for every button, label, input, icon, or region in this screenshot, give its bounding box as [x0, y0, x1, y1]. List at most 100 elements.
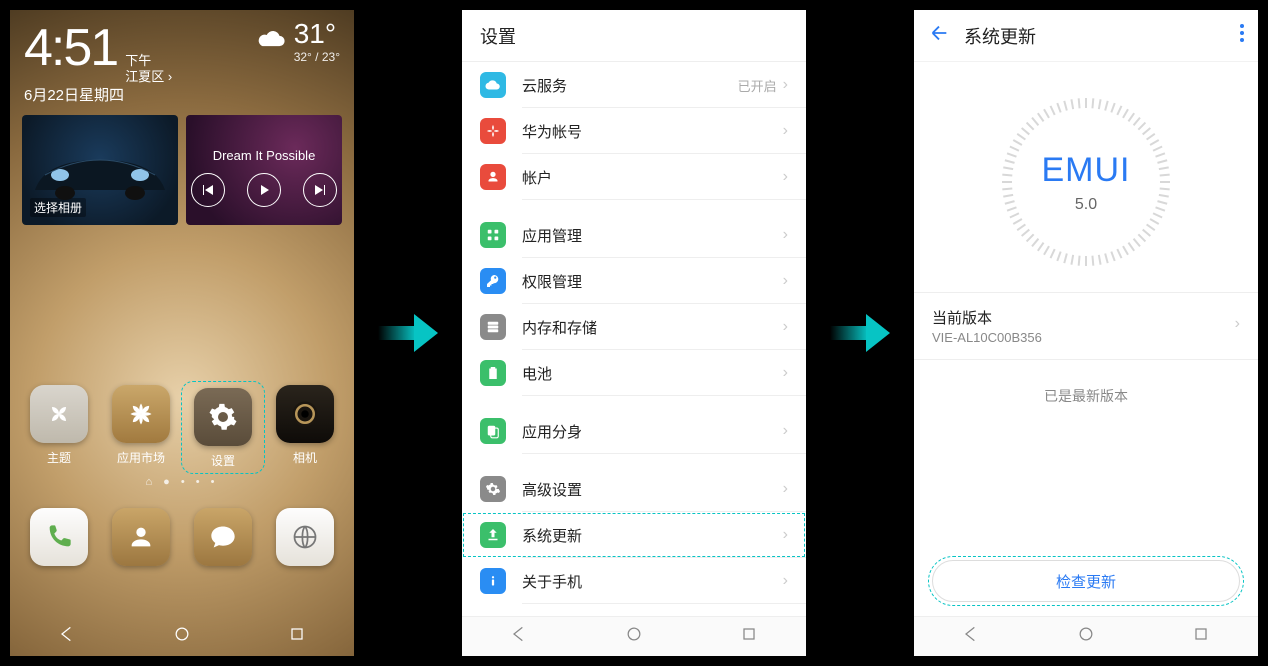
android-navbar — [10, 616, 354, 656]
update-screen: 系统更新 EMUI 5.0 当前版本 VIE-AL10C00B356 › 已是最… — [914, 10, 1258, 656]
home-screen: 4:51 下午 江夏区 › 31° 32° / 23° 6月22日星期四 选择相… — [10, 10, 354, 656]
back-arrow-icon — [928, 22, 950, 44]
home-date: 6月22日星期四 — [10, 84, 354, 105]
album-widget[interactable]: 选择相册 — [22, 115, 178, 225]
current-version-value: VIE-AL10C00B356 — [932, 330, 1240, 345]
huawei-icon — [127, 400, 155, 428]
grid-icon — [480, 222, 506, 248]
page-dots[interactable]: ⌂ ● • • • — [10, 476, 354, 488]
settings-row-8[interactable]: 高级设置› — [462, 466, 806, 512]
settings-row-5[interactable]: 内存和存储› — [462, 304, 806, 350]
chevron-right-icon: › — [783, 226, 788, 244]
app-settings[interactable]: 设置 — [185, 385, 261, 470]
clock-ampm: 下午 — [125, 53, 172, 69]
home-statusbar: 4:51 下午 江夏区 › 31° 32° / 23° — [10, 10, 354, 84]
emui-dial: EMUI 5.0 — [914, 62, 1258, 292]
temp-current: 31° — [294, 18, 340, 50]
nav-home[interactable] — [624, 624, 644, 649]
gear-icon — [480, 476, 506, 502]
chevron-right-icon: › — [783, 272, 788, 290]
home-app-row: 主题 应用市场 设置 相机 — [10, 385, 354, 470]
flow-arrow — [830, 310, 890, 356]
nav-home[interactable] — [1076, 624, 1096, 649]
nav-back[interactable] — [57, 624, 77, 649]
globe-icon — [291, 523, 319, 551]
row-meta: 已开启 — [738, 76, 777, 95]
camera-lens-icon — [290, 399, 320, 429]
user-icon — [480, 164, 506, 190]
settings-row-9[interactable]: 系统更新› — [462, 512, 806, 558]
play-button[interactable] — [247, 173, 281, 207]
clock-time: 4:51 — [24, 18, 117, 78]
weather-widget[interactable]: 31° 32° / 23° — [254, 18, 340, 64]
car-image — [22, 115, 178, 225]
prev-button[interactable] — [191, 173, 225, 207]
settings-row-2[interactable]: 帐户› — [462, 154, 806, 200]
dock-messages[interactable] — [194, 508, 252, 566]
chevron-right-icon: › — [1235, 315, 1240, 333]
settings-title: 设置 — [462, 10, 806, 62]
current-version-row[interactable]: 当前版本 VIE-AL10C00B356 › — [914, 292, 1258, 360]
dock-contacts[interactable] — [112, 508, 170, 566]
chat-icon — [209, 523, 237, 551]
chevron-right-icon: › — [783, 168, 788, 186]
chevron-right-icon: › — [783, 480, 788, 498]
dial-ticks-icon — [996, 92, 1176, 272]
gear-icon — [208, 402, 238, 432]
chevron-right-icon: › — [783, 318, 788, 336]
info-icon — [480, 568, 506, 594]
row-label: 应用分身 — [522, 421, 783, 442]
app-market[interactable]: 应用市场 — [103, 385, 179, 470]
android-navbar — [462, 616, 806, 656]
settings-row-6[interactable]: 电池› — [462, 350, 806, 396]
music-widget[interactable]: Dream It Possible — [186, 115, 342, 225]
app-label: 相机 — [293, 449, 317, 466]
menu-button[interactable] — [1240, 24, 1244, 42]
chevron-right-icon: › — [783, 364, 788, 382]
chevron-right-icon: › — [783, 76, 788, 94]
nav-recent[interactable] — [1191, 624, 1211, 649]
app-label: 应用市场 — [117, 449, 165, 466]
row-label: 关于手机 — [522, 571, 783, 592]
storage-icon — [480, 314, 506, 340]
row-label: 帐户 — [522, 167, 783, 188]
chevron-right-icon: › — [783, 572, 788, 590]
settings-row-3[interactable]: 应用管理› — [462, 212, 806, 258]
weather-temps: 31° 32° / 23° — [294, 18, 340, 64]
settings-row-1[interactable]: 华为帐号› — [462, 108, 806, 154]
dock-phone[interactable] — [30, 508, 88, 566]
flow-arrow — [378, 310, 438, 356]
latest-message: 已是最新版本 — [914, 360, 1258, 432]
settings-list[interactable]: 云服务已开启›华为帐号›帐户›应用管理›权限管理›内存和存储›电池›应用分身›高… — [462, 62, 806, 604]
settings-row-10[interactable]: 关于手机› — [462, 558, 806, 604]
cloud-icon — [480, 72, 506, 98]
next-button[interactable] — [303, 173, 337, 207]
row-label: 内存和存储 — [522, 317, 783, 338]
home-widgets: 选择相册 Dream It Possible — [10, 105, 354, 225]
dock-browser[interactable] — [276, 508, 334, 566]
check-update-button[interactable]: 检查更新 — [932, 560, 1240, 602]
nav-recent[interactable] — [739, 624, 759, 649]
row-label: 系统更新 — [522, 525, 783, 546]
phone-icon — [45, 523, 73, 551]
row-label: 云服务 — [522, 75, 738, 96]
nav-back[interactable] — [961, 624, 981, 649]
update-header: 系统更新 — [914, 10, 1258, 62]
settings-row-7[interactable]: 应用分身› — [462, 408, 806, 454]
update-title: 系统更新 — [964, 23, 1036, 49]
nav-recent[interactable] — [287, 624, 307, 649]
back-button[interactable] — [928, 22, 950, 49]
row-label: 高级设置 — [522, 479, 783, 500]
app-themes[interactable]: 主题 — [21, 385, 97, 470]
nav-back[interactable] — [509, 624, 529, 649]
row-label: 应用管理 — [522, 225, 783, 246]
pinwheel-icon — [45, 400, 73, 428]
temp-range: 32° / 23° — [294, 50, 340, 64]
settings-row-0[interactable]: 云服务已开启 › — [462, 62, 806, 108]
settings-row-4[interactable]: 权限管理› — [462, 258, 806, 304]
app-camera[interactable]: 相机 — [267, 385, 343, 470]
clock-widget[interactable]: 4:51 下午 江夏区 › — [24, 18, 172, 84]
huawei-icon — [480, 118, 506, 144]
nav-home[interactable] — [172, 624, 192, 649]
person-icon — [127, 523, 155, 551]
